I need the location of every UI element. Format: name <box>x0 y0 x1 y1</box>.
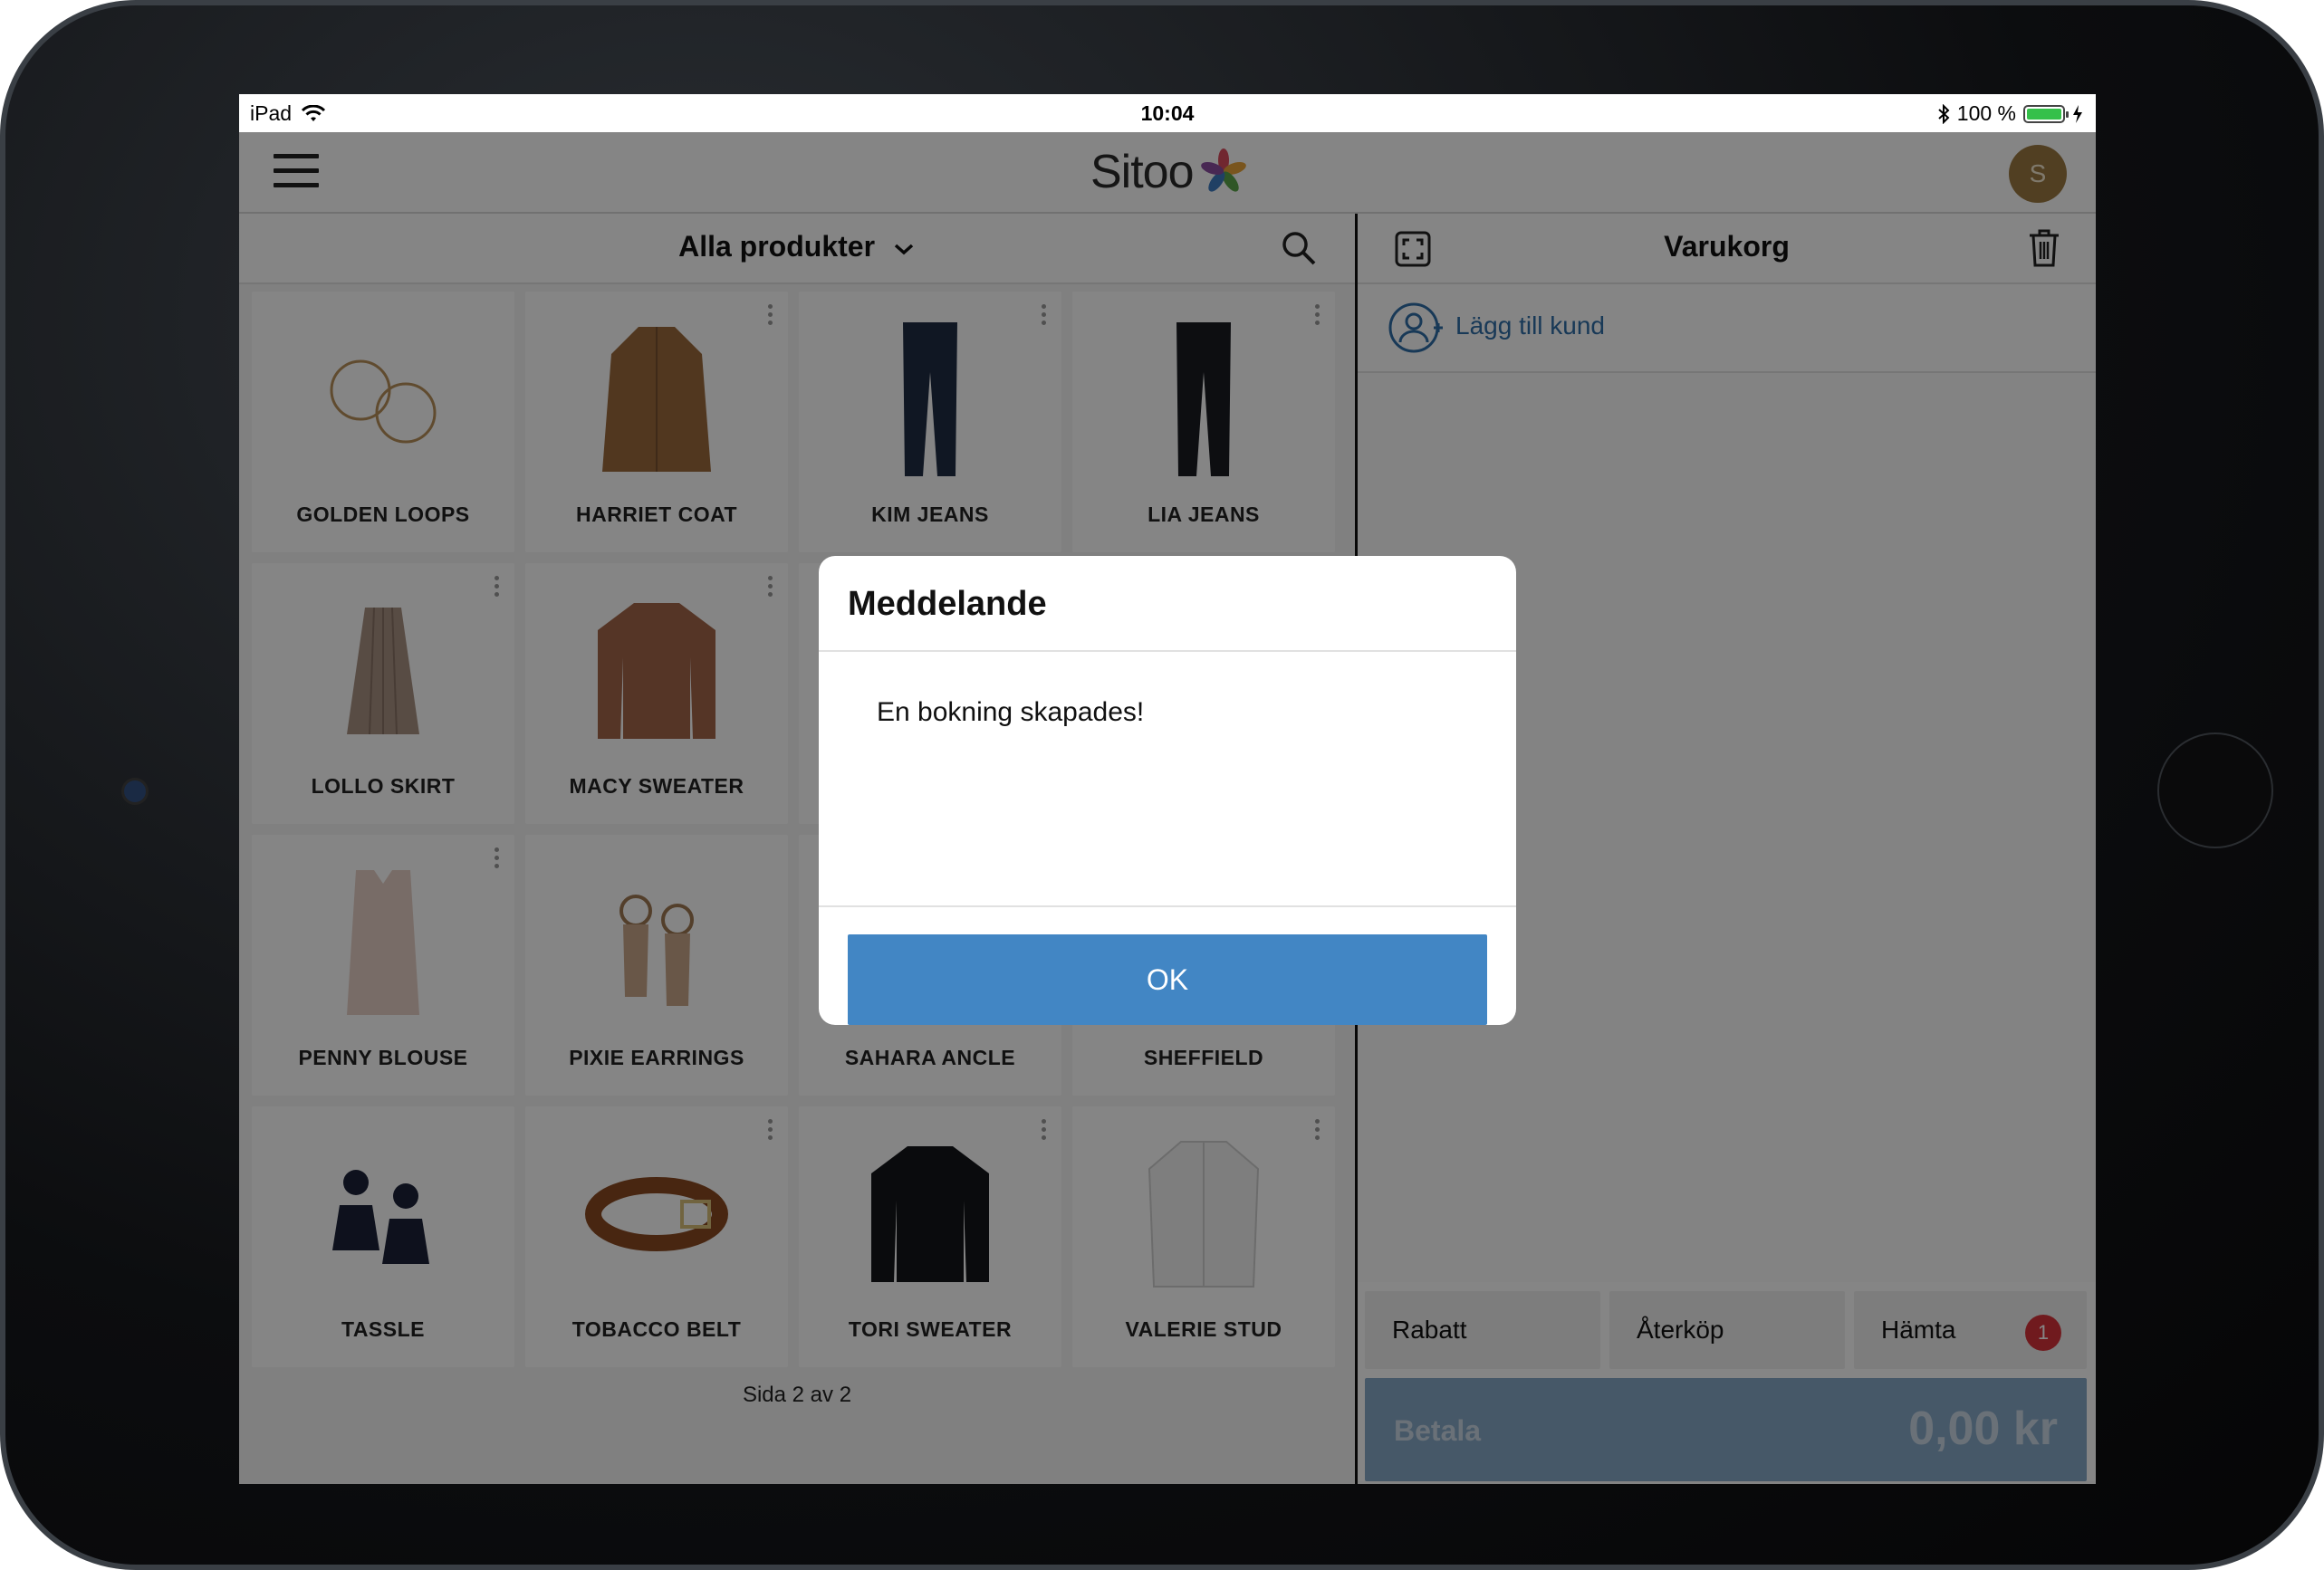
camera-icon <box>121 778 149 805</box>
message-dialog: Meddelande En bokning skapades! OK <box>819 556 1516 1025</box>
screen: iPad 10:04 100 % Sitoo S Alla produkter … <box>239 94 2096 1484</box>
dialog-message: En bokning skapades! <box>877 697 1145 727</box>
clock: 10:04 <box>1140 101 1195 125</box>
home-button[interactable] <box>2157 732 2273 848</box>
ipad-bezel: iPad 10:04 100 % Sitoo S Alla produkter … <box>0 0 2324 1570</box>
battery-percent: 100 % <box>1956 101 2016 125</box>
status-bar: iPad 10:04 100 % <box>239 94 2096 132</box>
ok-button[interactable]: OK <box>848 934 1487 1025</box>
charging-icon <box>2073 104 2082 123</box>
battery-icon <box>2023 104 2069 123</box>
bluetooth-icon <box>1938 103 1950 124</box>
dialog-title: Meddelande <box>848 585 1047 623</box>
dialog-divider <box>819 905 1516 907</box>
dialog-divider <box>819 650 1516 652</box>
